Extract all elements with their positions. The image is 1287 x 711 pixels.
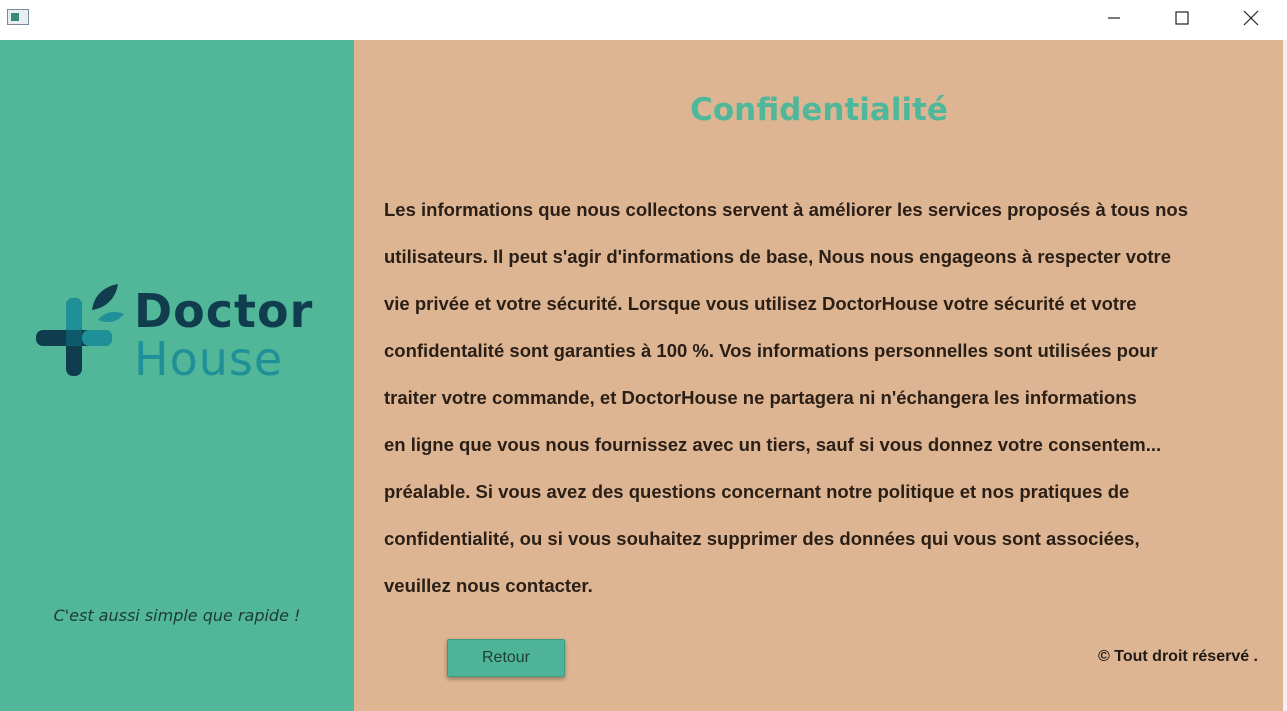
copyright-text: © Tout droit réservé .: [1098, 648, 1258, 665]
paragraph-line: Les informations que nous collectons ser…: [384, 199, 1188, 220]
app-icon: [7, 9, 29, 25]
sidebar-panel: Doctor House C'est aussi simple que rapi…: [0, 40, 354, 711]
logo-text-doctor: Doctor: [134, 284, 314, 338]
paragraph-line: utilisateurs. Il peut s'agir d'informati…: [384, 246, 1172, 267]
back-button[interactable]: Retour: [447, 639, 565, 677]
close-button[interactable]: [1228, 0, 1274, 36]
paragraph-line: préalable. Si vous avez des questions co…: [384, 481, 1130, 502]
medical-cross-leaf-icon: [36, 284, 124, 376]
privacy-text: Les informations que nous collectons ser…: [384, 190, 1264, 613]
paragraph-line: en ligne que vous nous fournissez avec u…: [384, 434, 1162, 455]
doctorhouse-logo: Doctor House: [34, 282, 334, 392]
minimize-icon: [1108, 17, 1120, 19]
window-border: [1283, 40, 1287, 711]
paragraph-line: vie privée et votre sécurité. Lorsque vo…: [384, 293, 1137, 314]
maximize-button[interactable]: [1159, 0, 1205, 36]
close-icon: [1243, 10, 1259, 26]
paragraph-line: confidentalité sont garanties à 100 %. V…: [384, 340, 1158, 361]
title-bar: [0, 0, 1287, 40]
tagline: C'est aussi simple que rapide !: [53, 606, 301, 625]
logo-text-house: House: [134, 332, 284, 386]
page-title: Confidentialité: [690, 92, 948, 128]
paragraph-line: confidentialité, ou si vous souhaitez su…: [384, 528, 1140, 549]
app-window: Doctor House C'est aussi simple que rapi…: [0, 0, 1287, 711]
main-panel: Confidentialité Les informations que nou…: [354, 40, 1283, 711]
paragraph-line: veuillez nous contacter.: [384, 575, 593, 596]
paragraph-line: traiter votre commande, et DoctorHouse n…: [384, 387, 1137, 408]
maximize-icon: [1175, 11, 1189, 25]
minimize-button[interactable]: [1091, 0, 1137, 36]
